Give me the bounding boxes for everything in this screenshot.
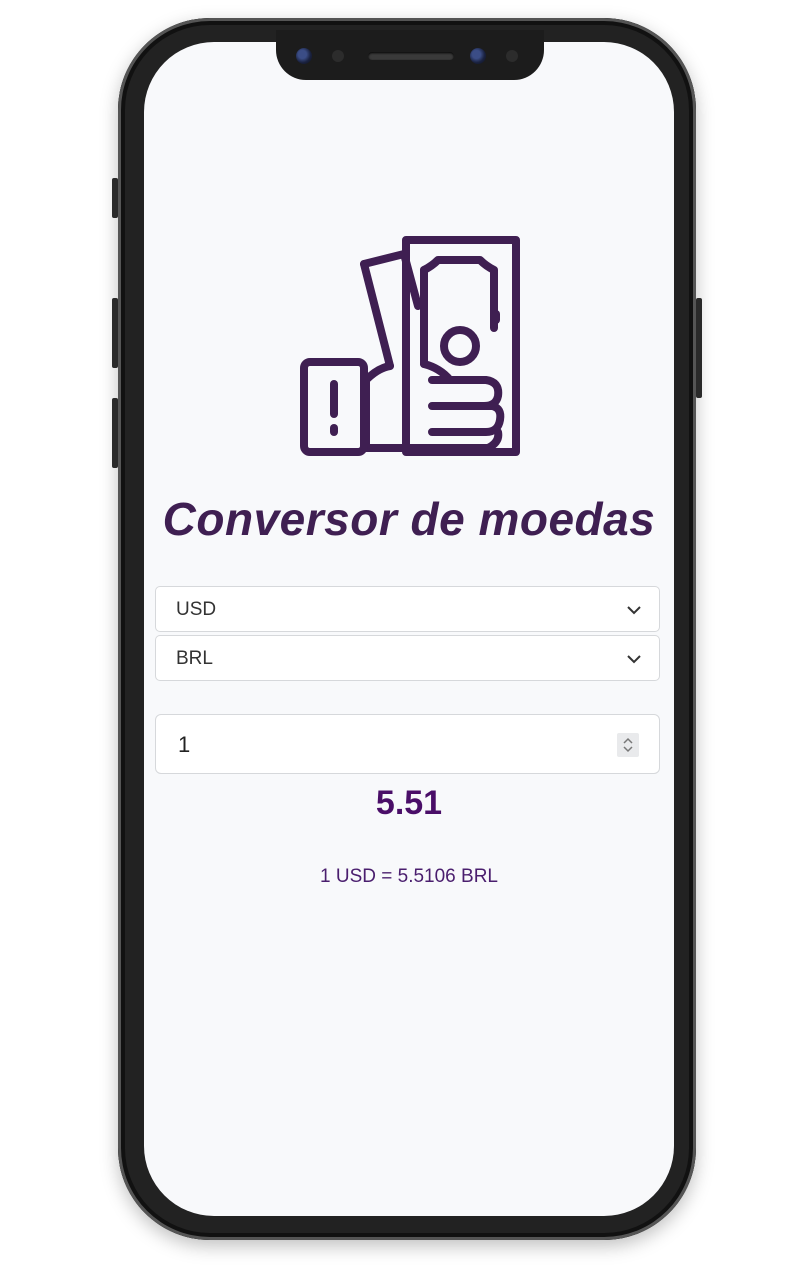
stepper-arrows-icon — [623, 737, 633, 753]
from-currency-select[interactable]: USD — [155, 586, 660, 632]
sensor — [332, 50, 344, 62]
sensor — [506, 50, 518, 62]
conversion-result: 5.51 — [375, 784, 443, 822]
money-in-hand-icon — [300, 236, 520, 456]
silent-switch — [112, 178, 118, 218]
amount-stepper[interactable] — [617, 733, 639, 757]
volume-down-button — [112, 398, 118, 468]
from-currency-value: USD — [176, 599, 217, 620]
front-camera — [296, 48, 312, 64]
volume-up-button — [112, 298, 118, 368]
amount-value: 1 — [178, 732, 191, 757]
exchange-rate-text: 1 USD = 5.5106 BRL — [320, 866, 498, 887]
chevron-down-icon — [627, 606, 641, 615]
amount-input[interactable]: 1 — [155, 714, 660, 774]
earpiece-speaker — [368, 52, 454, 60]
proximity-sensor — [470, 48, 486, 64]
chevron-down-icon — [627, 655, 641, 664]
to-currency-value: BRL — [176, 648, 213, 669]
to-currency-select[interactable]: BRL — [155, 635, 660, 681]
power-button — [696, 298, 702, 398]
page-title: Conversor de moedas — [162, 493, 656, 545]
phone-notch — [276, 30, 544, 80]
